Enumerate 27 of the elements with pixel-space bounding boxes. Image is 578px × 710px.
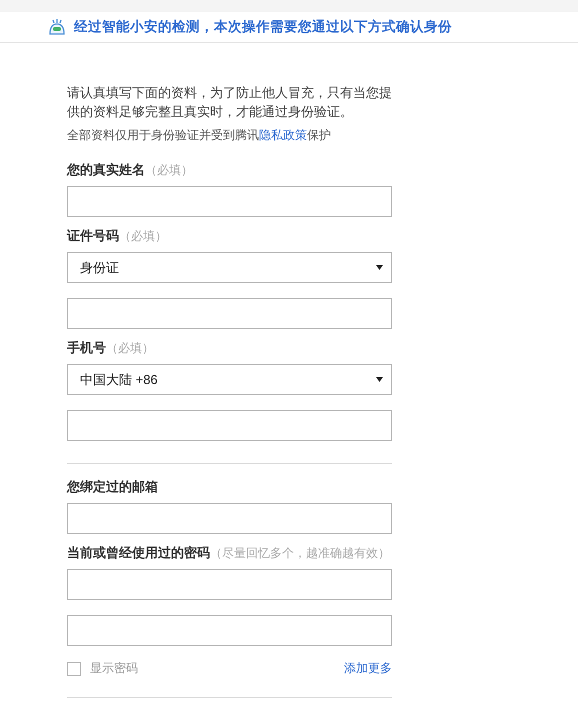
banner-text: 经过智能小安的检测，本次操作需要您通过以下方式确认身份 bbox=[74, 18, 452, 36]
add-more-link[interactable]: 添加更多 bbox=[344, 660, 392, 677]
input-field[interactable] bbox=[67, 569, 392, 600]
field-hint: （必填） bbox=[106, 340, 154, 357]
intro-text: 请认真填写下面的资料，为了防止他人冒充，只有当您提供的资料足够完整且真实时，才能通过身份验证。 bbox=[67, 84, 392, 121]
input-field[interactable] bbox=[67, 410, 392, 441]
field-label: 您的真实姓名 bbox=[67, 161, 145, 179]
select-field[interactable]: 身份证 bbox=[67, 252, 392, 283]
field-hint: （必填） bbox=[119, 228, 167, 245]
checkbox[interactable] bbox=[67, 662, 81, 676]
input-field[interactable] bbox=[67, 615, 392, 646]
checkbox-label: 显示密码 bbox=[90, 660, 138, 677]
select-field[interactable]: 中国大陆 +86 bbox=[67, 364, 392, 395]
field-label: 当前或曾经使用过的密码 bbox=[67, 544, 210, 562]
input-field[interactable] bbox=[67, 298, 392, 329]
robot-icon bbox=[47, 17, 67, 37]
privacy-note: 全部资料仅用于身份验证并受到腾讯隐私政策保护 bbox=[67, 127, 332, 144]
input-field[interactable] bbox=[67, 186, 392, 217]
privacy-policy-link[interactable]: 隐私政策 bbox=[259, 128, 307, 142]
caret-icon bbox=[376, 377, 383, 382]
field-label: 您绑定过的邮箱 bbox=[67, 478, 158, 496]
field-hint: （尽量回忆多个，越准确越有效） bbox=[210, 545, 390, 562]
field-label: 证件号码 bbox=[67, 227, 119, 245]
field-label: 手机号 bbox=[67, 339, 106, 357]
field-hint: （必填） bbox=[145, 162, 193, 179]
input-field[interactable] bbox=[67, 503, 392, 534]
caret-icon bbox=[376, 265, 383, 270]
